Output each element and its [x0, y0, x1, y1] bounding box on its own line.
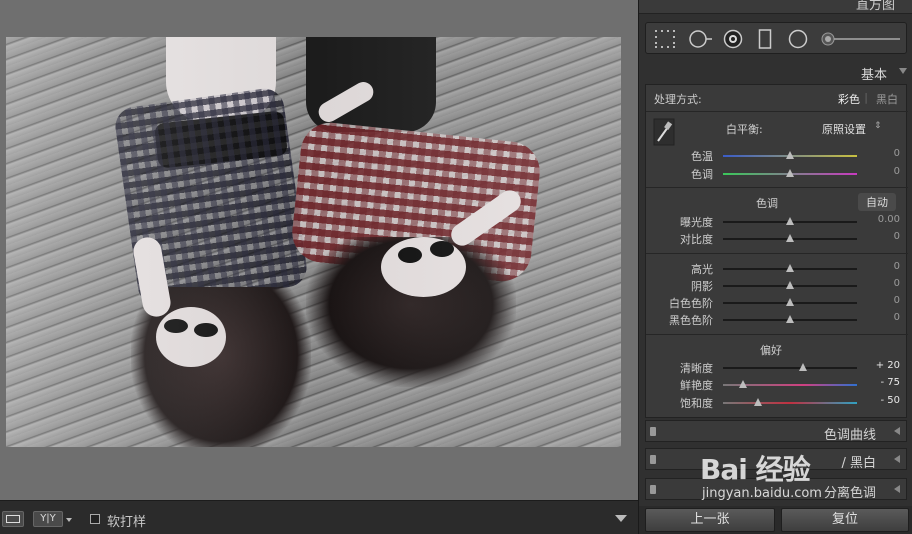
- crop-icon[interactable]: [654, 29, 676, 49]
- basic-panel: 处理方式: 彩色 | 黑白 白平衡: 原照设置 ⇕ 色温 0 色调 0 色调 自…: [645, 84, 908, 418]
- develop-panel: 直方图 基本 处理方式: 彩色 | 黑白 白平衡: 原照设置 ⇕ 色温 0 色调…: [638, 0, 912, 534]
- slider-exposure[interactable]: 曝光度 0.00: [646, 214, 908, 230]
- select-arrow-icon[interactable]: ⇕: [874, 121, 882, 131]
- toolbar-menu-icon[interactable]: [615, 515, 627, 522]
- slider-thumb[interactable]: [786, 151, 794, 159]
- photo-preview[interactable]: [6, 37, 621, 447]
- slider-highlights[interactable]: 高光 0: [646, 261, 908, 277]
- reset-button[interactable]: 复位: [781, 508, 909, 532]
- collapse-triangle-icon[interactable]: [899, 68, 907, 74]
- graduated-filter-icon[interactable]: [758, 29, 772, 49]
- panel-bottom-buttons: 上一张 复位: [639, 506, 912, 534]
- slider-thumb[interactable]: [739, 380, 747, 388]
- soft-proof-checkbox[interactable]: [90, 514, 100, 524]
- slider-thumb[interactable]: [786, 281, 794, 289]
- tool-strip: [645, 22, 907, 54]
- loupe-view-button[interactable]: [2, 511, 24, 527]
- bottom-toolbar: Y|Y 软打样: [0, 500, 638, 534]
- red-eye-icon[interactable]: [723, 29, 743, 49]
- slider-blacks[interactable]: 黑色色阶 0: [646, 312, 908, 328]
- panel-switch-icon[interactable]: [650, 485, 656, 494]
- slider-shadows[interactable]: 阴影 0: [646, 278, 908, 294]
- radial-filter-icon[interactable]: [788, 29, 808, 49]
- before-after-dropdown-icon[interactable]: [66, 518, 72, 522]
- basic-label: 基本: [860, 68, 887, 83]
- hsl-bw-section[interactable]: / 黑白: [645, 448, 907, 471]
- slider-thumb[interactable]: [786, 298, 794, 306]
- histogram-header[interactable]: 直方图: [639, 0, 912, 14]
- previous-button[interactable]: 上一张: [645, 508, 775, 532]
- treatment-label: 处理方式:: [654, 93, 702, 106]
- slider-thumb[interactable]: [786, 217, 794, 225]
- slider-tint[interactable]: 色调 0: [646, 166, 908, 182]
- spot-removal-icon[interactable]: [688, 29, 714, 49]
- slider-thumb[interactable]: [786, 169, 794, 177]
- slider-clarity[interactable]: 清晰度 + 20: [646, 360, 908, 376]
- white-balance-label: 白平衡:: [726, 123, 763, 136]
- slider-thumb[interactable]: [786, 315, 794, 323]
- tone-curve-label: 色调曲线: [823, 428, 876, 443]
- before-after-button[interactable]: Y|Y: [33, 511, 63, 527]
- soft-proof-label: 软打样: [107, 515, 147, 530]
- panel-switch-icon[interactable]: [650, 455, 656, 464]
- treatment-color-option[interactable]: 彩色: [838, 91, 860, 107]
- panel-switch-icon[interactable]: [650, 427, 656, 436]
- expand-triangle-icon[interactable]: [894, 427, 900, 435]
- slider-thumb[interactable]: [754, 398, 762, 406]
- expand-triangle-icon[interactable]: [894, 455, 900, 463]
- slider-whites[interactable]: 白色色阶 0: [646, 295, 908, 311]
- image-canvas: [0, 0, 638, 500]
- white-balance-select[interactable]: 原照设置: [822, 121, 866, 137]
- slider-contrast[interactable]: 对比度 0: [646, 231, 908, 247]
- adjustment-brush-icon[interactable]: [820, 29, 902, 49]
- hsl-bw-label: / 黑白: [841, 456, 876, 471]
- slider-thumb[interactable]: [786, 234, 794, 242]
- split-toning-label: 分离色调: [823, 486, 876, 501]
- slider-saturation[interactable]: 饱和度 - 50: [646, 395, 908, 411]
- expand-triangle-icon[interactable]: [894, 485, 900, 493]
- treatment-row: 处理方式: 彩色 | 黑白: [654, 91, 898, 107]
- tone-header: 色调: [756, 197, 778, 210]
- slider-vibrance[interactable]: 鲜艳度 - 75: [646, 377, 908, 393]
- slider-thumb[interactable]: [786, 264, 794, 272]
- slider-temp[interactable]: 色温 0: [646, 148, 908, 164]
- treatment-bw-option[interactable]: 黑白: [876, 91, 898, 107]
- histogram-label: 直方图: [855, 0, 895, 13]
- tone-curve-section[interactable]: 色调曲线: [645, 420, 907, 443]
- presence-header: 偏好: [760, 344, 782, 357]
- basic-section-header[interactable]: 基本: [639, 61, 912, 83]
- slider-thumb[interactable]: [799, 363, 807, 371]
- auto-tone-button[interactable]: 自动: [858, 193, 896, 211]
- split-toning-section[interactable]: 分离色调: [645, 478, 907, 501]
- white-balance-row: 白平衡: 原照设置 ⇕: [646, 121, 908, 137]
